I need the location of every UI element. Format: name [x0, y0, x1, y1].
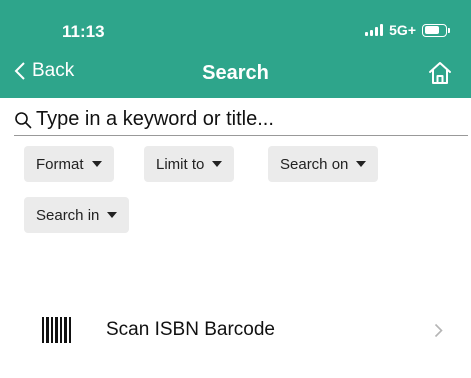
battery-icon — [422, 23, 450, 37]
limit-to-label: Limit to — [156, 155, 205, 173]
scan-isbn-label: Scan ISBN Barcode — [106, 319, 275, 340]
back-label: Back — [32, 60, 75, 81]
search-on-dropdown[interactable]: Search on — [268, 146, 379, 182]
network-type: 5G+ — [389, 22, 416, 38]
search-bar — [14, 104, 468, 136]
search-in-dropdown[interactable]: Search in — [24, 197, 130, 233]
chevron-left-icon — [14, 62, 25, 80]
header: 11:13 5G+ Back Search — [0, 0, 471, 98]
status-indicators: 5G+ — [365, 22, 450, 38]
caret-down-icon — [107, 212, 118, 218]
chevron-right-icon — [434, 323, 443, 338]
home-icon — [429, 62, 451, 84]
search-input[interactable] — [36, 108, 456, 131]
limit-to-dropdown[interactable]: Limit to — [144, 146, 235, 182]
home-button[interactable] — [427, 60, 453, 86]
magnifier-icon — [15, 111, 32, 128]
search-on-label: Search on — [280, 155, 349, 173]
caret-down-icon — [91, 161, 102, 167]
back-button[interactable]: Back — [14, 60, 74, 82]
format-dropdown[interactable]: Format — [24, 146, 114, 182]
status-time: 11:13 — [62, 22, 105, 41]
caret-down-icon — [356, 161, 367, 167]
format-label: Format — [36, 155, 84, 173]
scan-isbn-row[interactable]: Scan ISBN Barcode — [0, 305, 471, 355]
signal-icon — [365, 24, 384, 36]
search-in-label: Search in — [36, 206, 100, 224]
caret-down-icon — [212, 161, 223, 167]
barcode-icon — [42, 317, 71, 343]
